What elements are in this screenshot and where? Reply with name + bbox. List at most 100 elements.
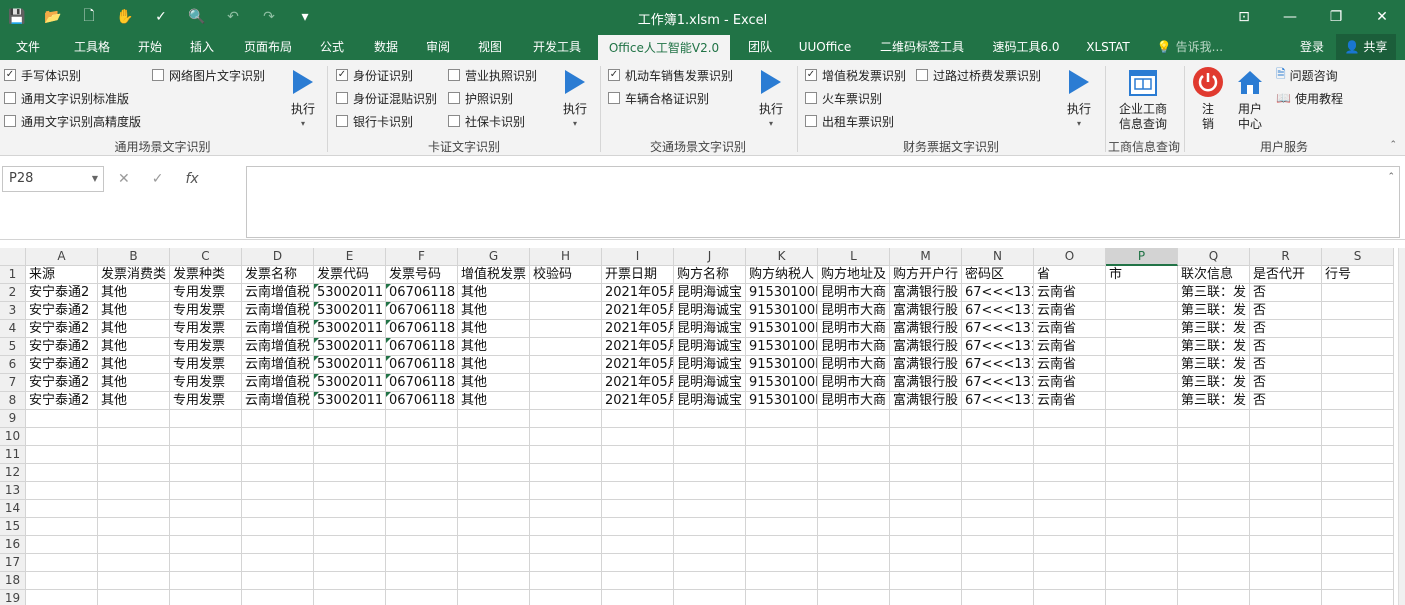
grid-cell[interactable] xyxy=(1034,536,1106,554)
grid-cell[interactable]: 富满银行股 xyxy=(890,356,962,374)
grid-cell[interactable] xyxy=(530,590,602,605)
grid-cell[interactable] xyxy=(1106,410,1178,428)
grid-cell[interactable] xyxy=(890,428,962,446)
grid-cell[interactable] xyxy=(98,464,170,482)
grid-cell[interactable]: 云南增值税 xyxy=(242,374,314,392)
grid-cell[interactable]: 2021年05月 xyxy=(602,338,674,356)
general-high-checkbox[interactable]: 通用文字识别高精度版 xyxy=(4,112,141,130)
grid-cell[interactable]: 购方地址及 xyxy=(818,266,890,284)
grid-cell[interactable] xyxy=(1106,284,1178,302)
grid-cell[interactable] xyxy=(386,428,458,446)
grid-cell[interactable]: 53002011 xyxy=(314,284,386,302)
grid-cell[interactable]: 来源 xyxy=(26,266,98,284)
tab-team[interactable]: 团队 xyxy=(738,34,782,60)
grid-cell[interactable] xyxy=(530,464,602,482)
grid-cell[interactable] xyxy=(602,500,674,518)
grid-cell[interactable] xyxy=(1322,518,1394,536)
execute-button-3[interactable]: 执行 ▾ xyxy=(751,70,791,128)
minimize-icon[interactable]: — xyxy=(1267,0,1313,34)
grid-cell[interactable] xyxy=(674,410,746,428)
grid-cell[interactable] xyxy=(314,482,386,500)
grid-cell[interactable]: 53002011 xyxy=(314,338,386,356)
grid-cell[interactable] xyxy=(1322,446,1394,464)
grid-cell[interactable] xyxy=(170,536,242,554)
grid-cell[interactable] xyxy=(1322,554,1394,572)
grid-cell[interactable]: 云南增值税 xyxy=(242,302,314,320)
grid-cell[interactable] xyxy=(746,572,818,590)
column-header-b[interactable]: B xyxy=(98,248,170,266)
grid-cell[interactable]: 67<<<1316 xyxy=(962,356,1034,374)
grid-cell[interactable]: 安宁泰通2 xyxy=(26,356,98,374)
row-header[interactable]: 18 xyxy=(0,572,26,590)
grid-cell[interactable] xyxy=(818,590,890,605)
grid-cell[interactable] xyxy=(242,482,314,500)
row-header[interactable]: 3 xyxy=(0,302,26,320)
grid-cell[interactable] xyxy=(98,428,170,446)
grid-cell[interactable] xyxy=(1250,446,1322,464)
grid-cell[interactable] xyxy=(1322,500,1394,518)
grid-cell[interactable] xyxy=(386,554,458,572)
grid-cell[interactable] xyxy=(674,482,746,500)
business-info-button[interactable]: 企业工商信息查询 xyxy=(1114,66,1172,132)
grid-cell[interactable] xyxy=(314,464,386,482)
grid-cell[interactable] xyxy=(1322,284,1394,302)
grid-cell[interactable]: 否 xyxy=(1250,302,1322,320)
grid-cell[interactable]: 2021年05月 xyxy=(602,320,674,338)
row-header[interactable]: 12 xyxy=(0,464,26,482)
grid-cell[interactable] xyxy=(26,554,98,572)
close-icon[interactable]: ✕ xyxy=(1359,0,1405,34)
column-header-n[interactable]: N xyxy=(962,248,1034,266)
tab-developer[interactable]: 开发工具 xyxy=(524,34,590,60)
grid-cell[interactable]: 云南省 xyxy=(1034,374,1106,392)
grid-cell[interactable] xyxy=(530,320,602,338)
column-header-p[interactable]: P xyxy=(1106,248,1178,266)
tab-office-ai[interactable]: Office人工智能V2.0 xyxy=(598,34,730,60)
grid-cell[interactable] xyxy=(1322,374,1394,392)
grid-cell[interactable] xyxy=(746,500,818,518)
tab-formulas[interactable]: 公式 xyxy=(310,34,354,60)
grid-cell[interactable] xyxy=(26,464,98,482)
grid-cell[interactable]: 云南省 xyxy=(1034,338,1106,356)
grid-cell[interactable] xyxy=(818,500,890,518)
grid-cell[interactable]: 专用发票 xyxy=(170,338,242,356)
grid-cell[interactable]: 06706118 xyxy=(386,374,458,392)
grid-cell[interactable]: 否 xyxy=(1250,338,1322,356)
grid-cell[interactable] xyxy=(1106,356,1178,374)
grid-cell[interactable] xyxy=(530,392,602,410)
grid-cell[interactable] xyxy=(1034,428,1106,446)
grid-cell[interactable]: 富满银行股 xyxy=(890,320,962,338)
grid-cell[interactable] xyxy=(962,518,1034,536)
grid-cell[interactable] xyxy=(1250,410,1322,428)
grid-cell[interactable]: 67<<<1316 xyxy=(962,302,1034,320)
column-header-i[interactable]: I xyxy=(602,248,674,266)
grid-cell[interactable] xyxy=(1034,554,1106,572)
grid-cell[interactable] xyxy=(1178,554,1250,572)
grid-cell[interactable] xyxy=(530,302,602,320)
grid-cell[interactable] xyxy=(1178,428,1250,446)
vat-invoice-checkbox[interactable]: ✓ 增值税发票识别 xyxy=(805,66,906,84)
grid-cell[interactable] xyxy=(1106,320,1178,338)
grid-cell[interactable] xyxy=(170,500,242,518)
grid-cell[interactable] xyxy=(1250,464,1322,482)
grid-cell[interactable] xyxy=(98,482,170,500)
grid-cell[interactable] xyxy=(1322,410,1394,428)
grid-cell[interactable] xyxy=(1250,536,1322,554)
grid-cell[interactable] xyxy=(170,572,242,590)
grid-cell[interactable]: 联次信息 xyxy=(1178,266,1250,284)
grid-cell[interactable]: 昆明市大商 xyxy=(818,374,890,392)
grid-cell[interactable] xyxy=(890,518,962,536)
grid-cell[interactable] xyxy=(1178,410,1250,428)
grid-cell[interactable] xyxy=(1106,554,1178,572)
grid-cell[interactable]: 昆明海诚宝 xyxy=(674,284,746,302)
grid-cell[interactable] xyxy=(242,428,314,446)
grid-cell[interactable] xyxy=(1250,500,1322,518)
column-header-c[interactable]: C xyxy=(170,248,242,266)
grid-cell[interactable] xyxy=(746,464,818,482)
grid-cell[interactable] xyxy=(962,500,1034,518)
grid-cell[interactable] xyxy=(1106,338,1178,356)
grid-cell[interactable] xyxy=(890,554,962,572)
grid-cell[interactable]: 购方开户行 xyxy=(890,266,962,284)
grid-cell[interactable]: 否 xyxy=(1250,356,1322,374)
row-header[interactable]: 17 xyxy=(0,554,26,572)
formula-input[interactable] xyxy=(246,166,1400,238)
